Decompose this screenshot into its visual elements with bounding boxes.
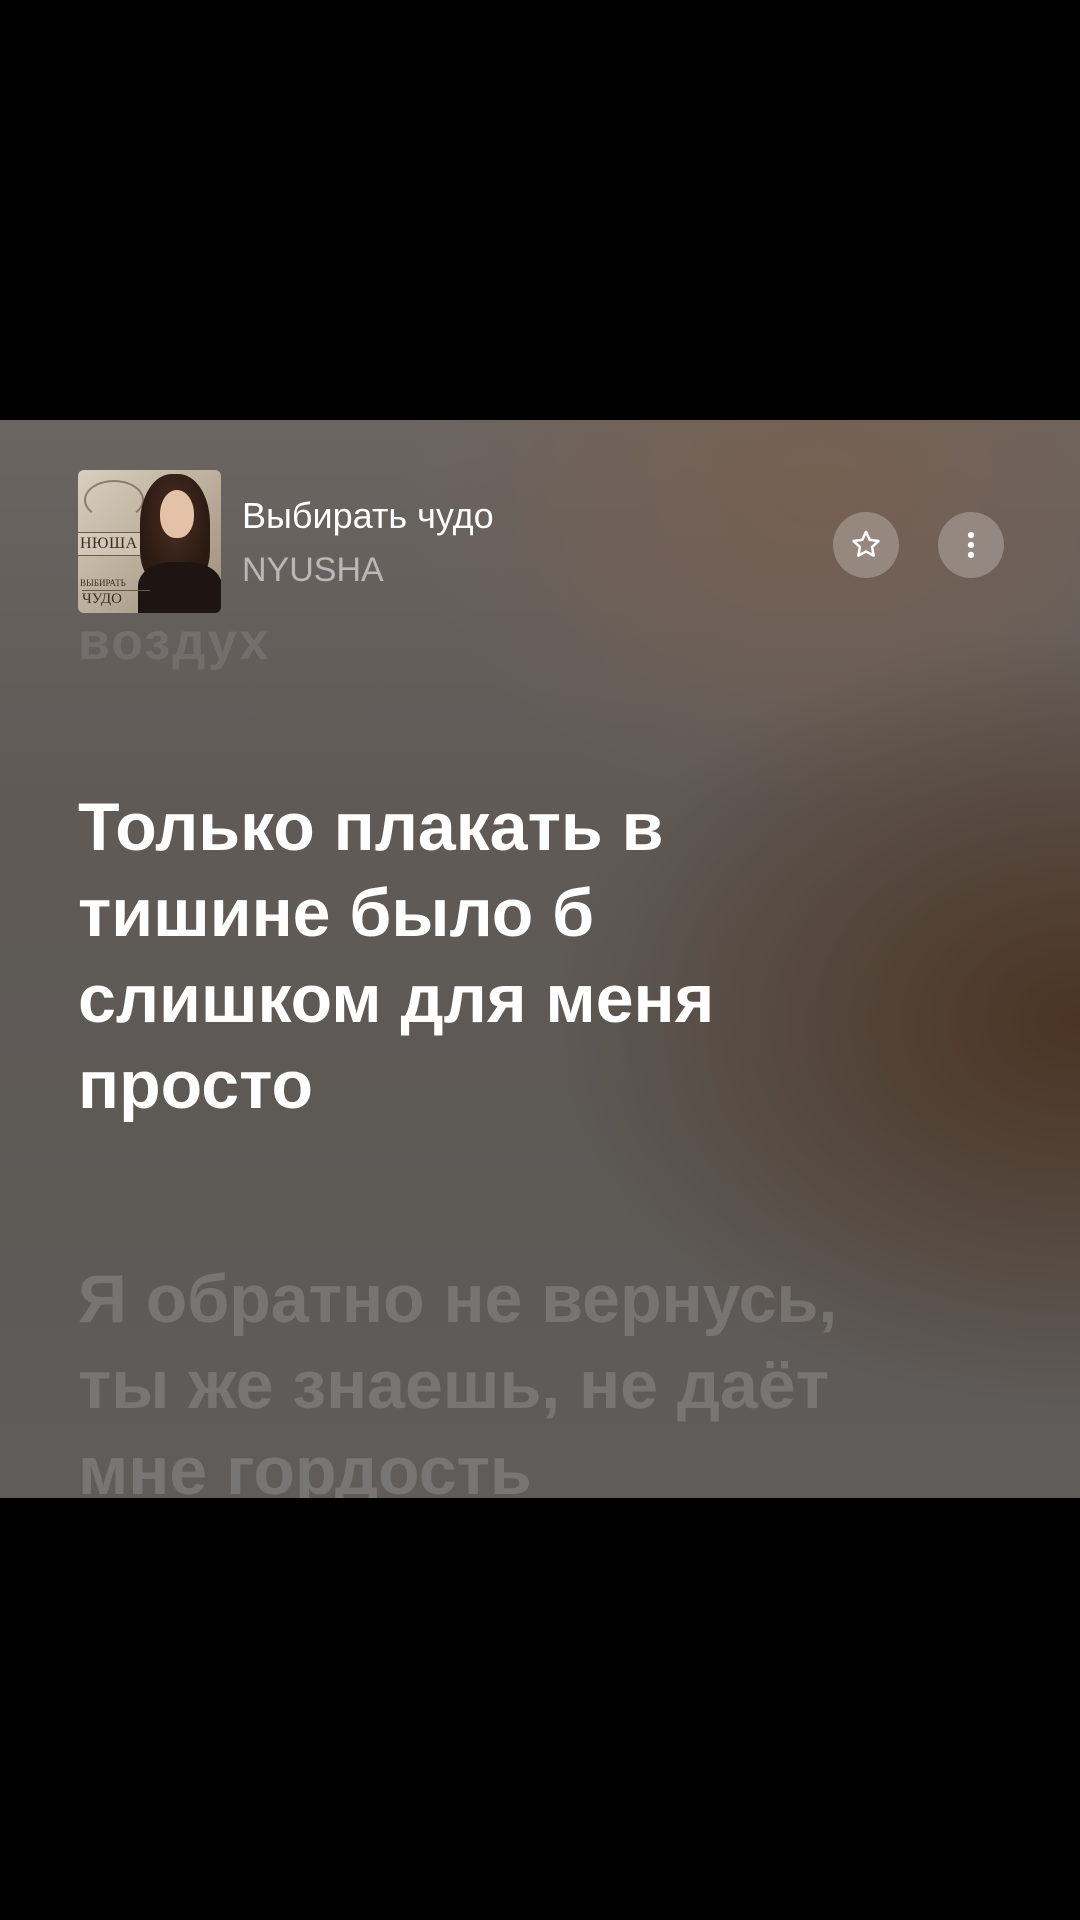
lyric-line-current[interactable]: Только плакать в тишине было б слишком д… (78, 784, 898, 1128)
lyrics-player: воздух Только плакать в тишине было б сл… (0, 420, 1080, 1498)
more-options-button[interactable] (938, 512, 1004, 578)
vertical-ellipsis-icon (967, 531, 975, 559)
album-art-subtitle-small: ВЫБИРАТЬ (80, 578, 126, 588)
album-art-label: НЮША (78, 532, 140, 556)
album-art-face (160, 490, 194, 538)
lyric-line-next[interactable]: Я обратно не вернусь, ты же знаешь, не д… (78, 1256, 1018, 1498)
screen: воздух Только плакать в тишине было б сл… (0, 0, 1080, 1920)
album-art[interactable]: НЮША ВЫБИРАТЬ ЧУДО (78, 470, 221, 613)
now-playing-header: НЮША ВЫБИРАТЬ ЧУДО Выбирать чудо NYUSHA (0, 420, 1080, 620)
album-art-subtitle-large: ЧУДО (82, 590, 150, 607)
star-icon (852, 530, 880, 557)
favorite-button[interactable] (833, 512, 899, 578)
lyric-line-previous[interactable]: воздух (78, 612, 270, 672)
track-title[interactable]: Выбирать чудо (242, 495, 494, 537)
album-art-ornament (84, 480, 144, 520)
track-artist[interactable]: NYUSHA (242, 551, 384, 590)
album-art-dress (138, 562, 221, 613)
